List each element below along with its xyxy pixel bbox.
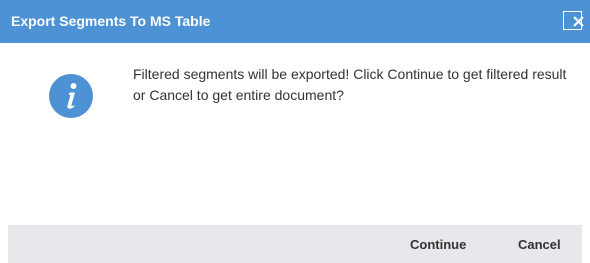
cancel-button[interactable]: Cancel — [518, 237, 561, 253]
dialog-message: Filtered segments will be exported! Clic… — [133, 66, 567, 103]
dialog-footer: Continue Cancel — [8, 225, 582, 263]
dialog-title: Export Segments To MS Table — [11, 13, 211, 29]
continue-button[interactable]: Continue — [410, 237, 466, 253]
info-icon — [49, 74, 93, 118]
export-dialog: Export Segments To MS Table Filtered seg… — [0, 0, 590, 263]
close-icon — [573, 16, 584, 27]
close-button[interactable] — [563, 11, 584, 30]
dialog-titlebar: Export Segments To MS Table — [0, 0, 590, 43]
